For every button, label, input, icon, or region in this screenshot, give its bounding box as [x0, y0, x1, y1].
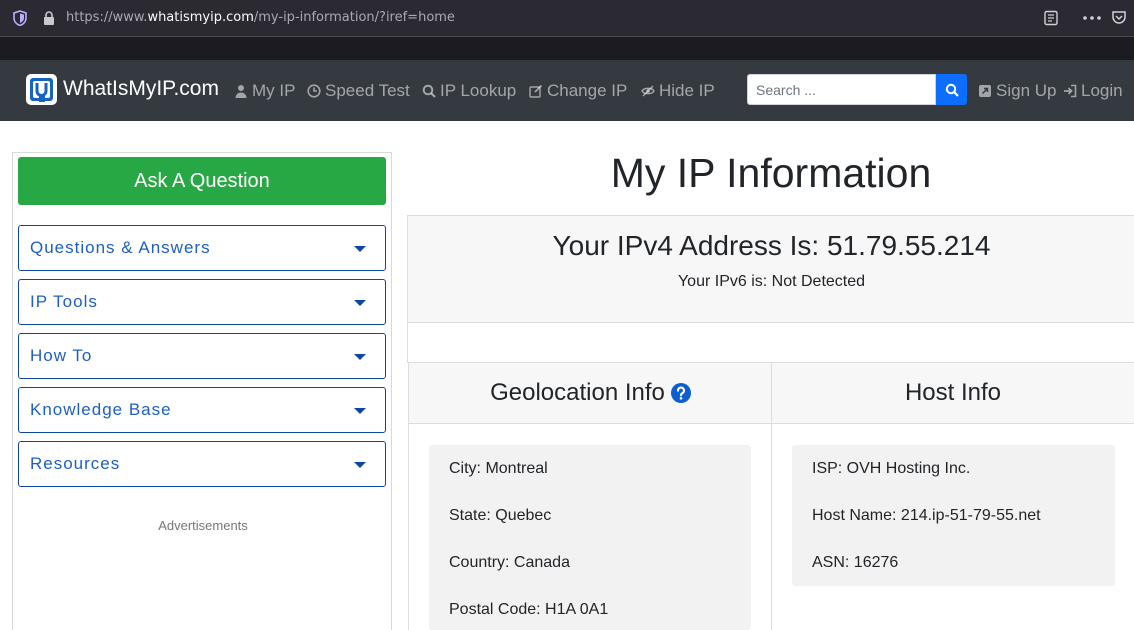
sidebar-item-label: IP Tools — [30, 292, 98, 311]
shield-icon[interactable] — [13, 10, 27, 26]
nav-speed-test-label: Speed Test — [325, 81, 410, 100]
nav-change-ip[interactable]: Change IP — [529, 81, 627, 101]
search-icon — [945, 83, 959, 97]
geolocation-heading: Geolocation Info — [490, 379, 665, 406]
sidebar-item-resources[interactable]: Resources — [18, 441, 386, 487]
geolocation-header: Geolocation Info — [409, 363, 772, 424]
nav-my-ip-label: My IP — [252, 81, 296, 100]
host-details: ISP: OVH Hosting Inc. Host Name: 214.ip-… — [792, 445, 1115, 586]
geo-country: Country: Canada — [449, 554, 570, 571]
sidebar-item-knowledge-base[interactable]: Knowledge Base — [18, 387, 386, 433]
search-icon — [422, 84, 436, 98]
panel-spacer — [407, 323, 1134, 363]
geo-city: City: Montreal — [449, 460, 548, 477]
sidebar-item-label: Questions & Answers — [30, 238, 211, 257]
sidebar-item-label: Knowledge Base — [30, 400, 172, 419]
nav-my-ip[interactable]: My IP — [234, 81, 295, 101]
address-bar-url[interactable]: https://www.whatismyip.com/my-ip-informa… — [66, 10, 455, 25]
chrome-divider — [0, 36, 1134, 37]
pocket-icon[interactable] — [1111, 9, 1127, 25]
nav-speed-test[interactable]: Speed Test — [307, 81, 410, 101]
search-button[interactable] — [936, 74, 967, 105]
clock-icon — [307, 84, 321, 98]
reader-view-icon[interactable] — [1043, 10, 1059, 26]
caret-down-icon — [354, 246, 366, 252]
url-path: /my-ip-information/?iref=home — [253, 10, 455, 25]
lock-icon[interactable] — [42, 10, 56, 26]
browser-tab-strip — [0, 36, 1134, 60]
nav-sign-up[interactable]: Sign Up — [978, 81, 1056, 101]
edit-icon — [529, 84, 543, 98]
eye-slash-icon — [641, 85, 655, 97]
search-input[interactable] — [747, 74, 936, 105]
caret-down-icon — [354, 408, 366, 414]
ask-question-button[interactable]: Ask A Question — [18, 157, 386, 205]
host-info-header: Host Info — [772, 363, 1134, 424]
ipv6-status: Your IPv6 is: Not Detected — [677, 273, 866, 290]
geolocation-details: City: Montreal State: Quebec Country: Ca… — [429, 445, 751, 630]
nav-sign-up-label: Sign Up — [996, 81, 1057, 100]
nav-hide-ip[interactable]: Hide IP — [641, 81, 715, 101]
sidebar-item-ip-tools[interactable]: IP Tools — [18, 279, 386, 325]
host-info-card: Host Info ISP: OVH Hosting Inc. Host Nam… — [771, 363, 1134, 630]
sidebar-item-label: How To — [30, 346, 93, 365]
ipv4-address: Your IPv4 Address Is: 51.79.55.214 — [552, 230, 991, 261]
host-asn: ASN: 16276 — [812, 554, 899, 571]
nav-change-ip-label: Change IP — [547, 81, 628, 100]
sidebar-item-questions-answers[interactable]: Questions & Answers — [18, 225, 386, 271]
more-options-icon[interactable] — [1083, 16, 1101, 20]
nav-login-label: Login — [1081, 81, 1123, 100]
url-host: whatismyip.com — [147, 10, 254, 25]
nav-ip-lookup-label: IP Lookup — [440, 81, 517, 100]
sidebar-item-how-to[interactable]: How To — [18, 333, 386, 379]
advertisements-label: Advertisements — [158, 518, 248, 533]
geo-postal-code: Postal Code: H1A 0A1 — [449, 601, 609, 618]
nav-login[interactable]: Login — [1063, 81, 1123, 101]
sign-in-icon — [1064, 84, 1077, 98]
geolocation-card: Geolocation Info City: Montreal State: Q… — [408, 363, 772, 630]
caret-down-icon — [354, 354, 366, 360]
caret-down-icon — [354, 300, 366, 306]
host-isp: ISP: OVH Hosting Inc. — [812, 460, 971, 477]
external-link-icon — [979, 85, 991, 97]
geo-state: State: Quebec — [449, 507, 552, 524]
logo-icon — [30, 78, 53, 102]
ip-address-panel: Your IPv4 Address Is: 51.79.55.214 Your … — [407, 215, 1134, 323]
browser-toolbar: https://www.whatismyip.com/my-ip-informa… — [0, 0, 1134, 36]
sidebar-item-label: Resources — [30, 454, 121, 473]
site-logo[interactable] — [26, 74, 57, 105]
page-title: My IP Information — [610, 150, 932, 196]
site-navbar: WhatIsMyIP.com My IP Speed Test IP Looku… — [0, 60, 1134, 121]
nav-hide-ip-label: Hide IP — [659, 81, 715, 100]
url-scheme: https://www. — [66, 10, 148, 25]
host-info-heading: Host Info — [904, 379, 1002, 406]
brand-name[interactable]: WhatIsMyIP.com — [63, 77, 219, 101]
host-name: Host Name: 214.ip-51-79-55.net — [812, 507, 1041, 524]
caret-down-icon — [354, 462, 366, 468]
user-icon — [235, 85, 247, 98]
question-circle-icon[interactable] — [670, 383, 691, 403]
nav-ip-lookup[interactable]: IP Lookup — [422, 81, 516, 101]
sidebar: Ask A Question Questions & Answers IP To… — [12, 152, 392, 630]
